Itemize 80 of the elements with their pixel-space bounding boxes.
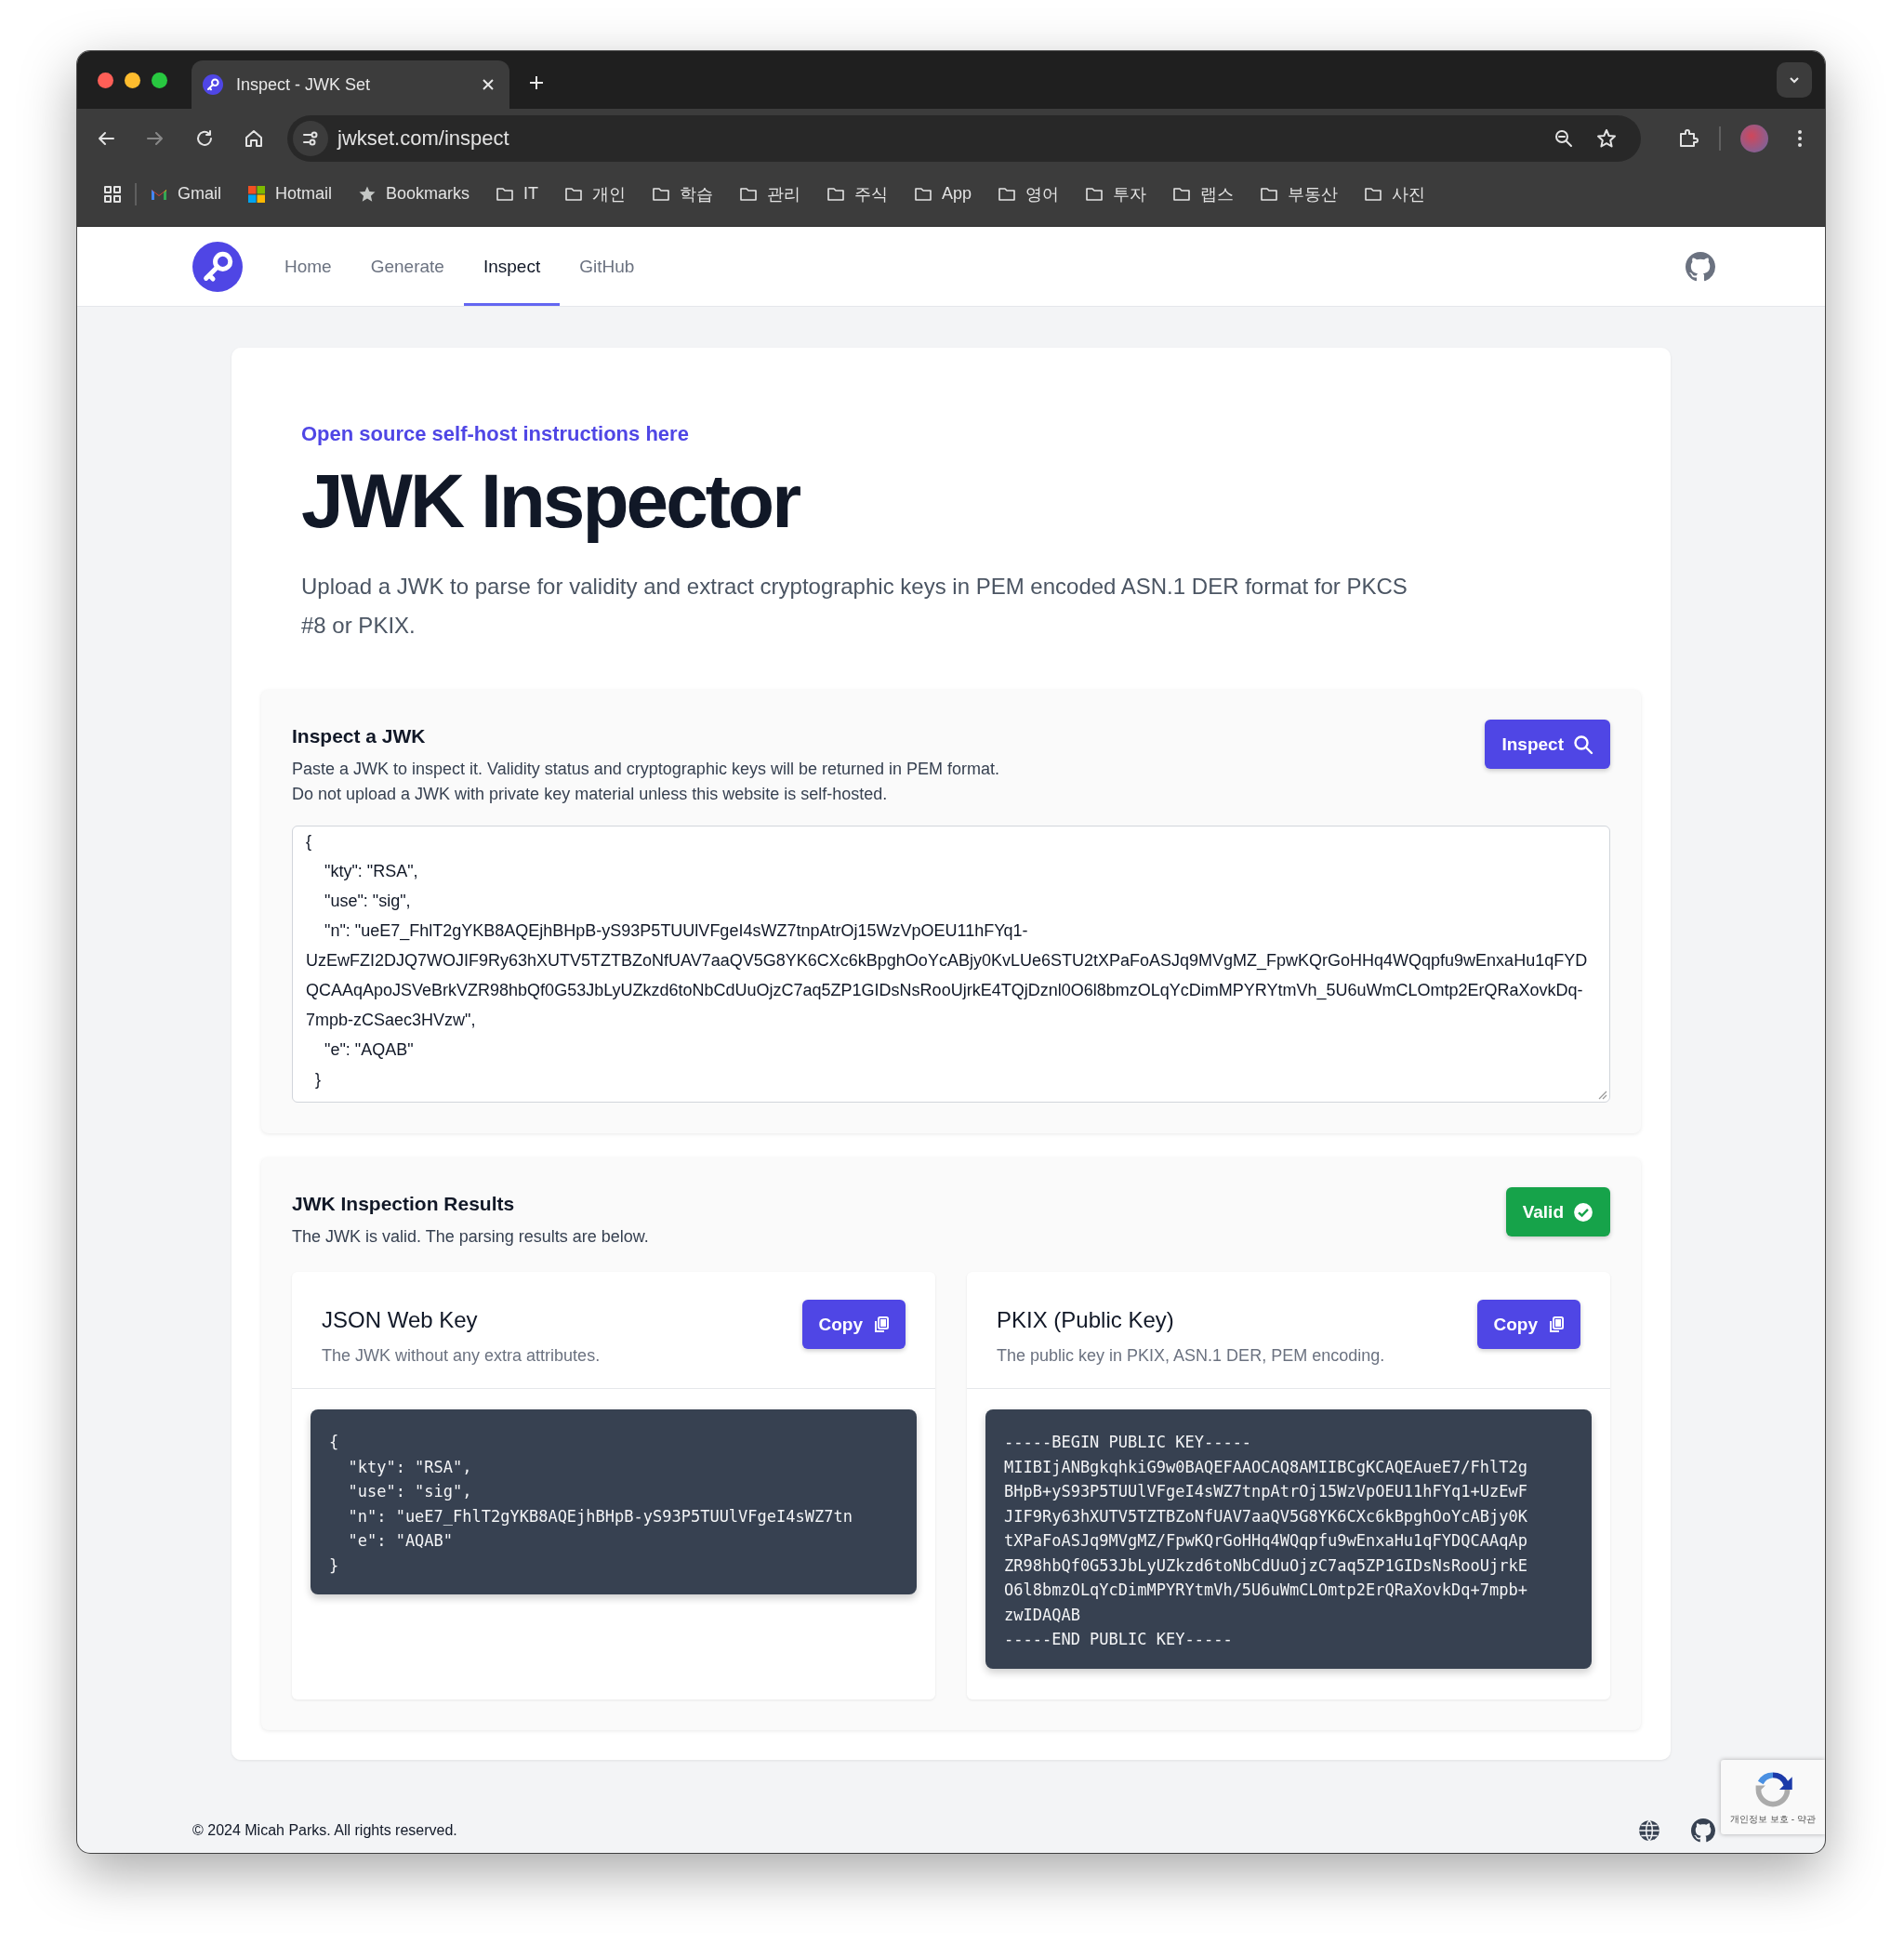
inspect-button[interactable]: Inspect: [1485, 720, 1610, 770]
bookmark-item[interactable]: 투자: [1085, 182, 1147, 205]
panel-title: Inspect a JWK: [292, 725, 427, 748]
code-line: MIIBIjANBgkqhkiG9w0BAQEFAAOCAQ8AMIIBCgKCAQEAueE7/FhlT2g: [1004, 1456, 1528, 1478]
code-line: JIF9Ry63hXUTV5TZTBZoNfUAV7aaQV5G8YK6CXc6kBpghOoYcABjy0K: [1004, 1505, 1528, 1527]
instructions-link[interactable]: Open source self-host instructions here: [301, 422, 1601, 446]
search-icon: [1573, 734, 1593, 755]
code-line: zwIDAQAB: [1004, 1604, 1081, 1626]
github-icon[interactable]: [1686, 251, 1715, 282]
copy-icon: [872, 1315, 891, 1334]
nav-link[interactable]: Generate: [350, 227, 464, 306]
four-squares-icon: [247, 184, 266, 204]
window-control-icon[interactable]: [125, 72, 140, 88]
card-subtitle: The JWK without any extra attributes.: [322, 1346, 601, 1367]
star-icon[interactable]: [1596, 127, 1617, 149]
more-icon[interactable]: [1797, 127, 1803, 149]
bookmark-item[interactable]: 사진: [1364, 182, 1426, 205]
close-icon[interactable]: [482, 78, 495, 91]
status-badge: Valid: [1505, 1187, 1610, 1237]
nav-link[interactable]: Home: [265, 227, 351, 306]
key-logo-icon[interactable]: [192, 241, 243, 292]
bookmark-item[interactable]: 영어: [998, 182, 1060, 205]
globe-icon[interactable]: [1637, 1818, 1661, 1843]
key-icon: [203, 74, 223, 95]
resize-handle-icon[interactable]: [1596, 1089, 1607, 1101]
bookmark-item[interactable]: Bookmarks: [358, 184, 470, 204]
code-line: -----BEGIN PUBLIC KEY-----: [1004, 1432, 1253, 1454]
nav-link[interactable]: GitHub: [560, 227, 654, 306]
page-description: Upload a JWK to parse for validity and extract cryptographic keys in PEM encoded ASN.1 DER format for PKCS #8 or PKIX.: [301, 573, 1408, 641]
bookmark-item[interactable]: 랩스: [1172, 182, 1235, 205]
bookmark-item[interactable]: 관리: [739, 182, 801, 205]
jwk-input-field[interactable]: { "kty": "RSA", "use": "sig", "n": "ueE7_FhlT2gYKB8AQEjhBHpB-yS93P5TUUlVFgeI4sWZ7tnpAtrOj15WzVpOEU11hFYq1-UzEwFZI2DJQ7WOJIF9Ry63hXUTV5TZTBZoNfUAV7aaQV5G8YK6CXc6kBpghOoYcABjy0KvLUe6STU2tXPaFoASJq9MVgMZ_FpwKQrGoHHq4WQqpfu9wEnxaHu1qFYDQCAAqApoJSVeBrkVZR98hbQf0G53JbLyUZkzd6toNbCdUuOjzC7aq5ZP1GIDsNsRooUjrkE4TQjDznl0O6l8bmzOLqYcDimMPYRYtmVh_5U6uWmCLOmtp2ErQRaXovkDq-7mpb-zCSaec3HVzw", "e": "AQAB" }: [292, 826, 1610, 1104]
url-text: jwkset.com/inspect: [337, 126, 509, 151]
plus-icon[interactable]: [528, 74, 545, 91]
nav-link[interactable]: Inspect: [463, 227, 561, 306]
zoom-out-icon[interactable]: [1554, 127, 1574, 149]
panel-description: The JWK is valid. The parsing results are below.: [292, 1226, 649, 1249]
card-title: JSON Web Key: [322, 1307, 479, 1334]
code-line: "n": "ueE7_FhlT2gYKB8AQEjhBHpB-yS93P5TUUlVFgeI4sWZ7tn: [347, 1505, 853, 1527]
panel-description: Do not upload a JWK with private key material unless this website is self-hosted.: [292, 784, 889, 806]
code-line: ZR98hbQf0G53JbLyUZkzd6toNbCdUuOjzC7aq5ZP1GIDsNsRooUjrkE: [1004, 1554, 1528, 1577]
address-bar[interactable]: jwkset.com/inspect: [287, 114, 1641, 162]
copy-icon: [1547, 1315, 1566, 1334]
panel-description: Paste a JWK to inspect it. Validity status and cryptographic keys will be returned in PEM format.: [292, 759, 999, 781]
code-line: }: [329, 1554, 340, 1577]
bookmark-item[interactable]: 학습: [652, 182, 714, 205]
copy-button[interactable]: Copy: [801, 1300, 906, 1350]
code-line: -----END PUBLIC KEY-----: [1004, 1629, 1234, 1651]
code-line: "kty": "RSA",: [347, 1456, 473, 1478]
bookmark-item[interactable]: App: [914, 184, 972, 204]
bookmark-item[interactable]: Hotmail: [247, 184, 333, 204]
apps-grid-icon[interactable]: [103, 184, 122, 204]
reload-icon[interactable]: [194, 127, 215, 149]
github-icon[interactable]: [1691, 1818, 1715, 1843]
code-line: {: [329, 1432, 340, 1454]
window-control-icon[interactable]: [98, 72, 113, 88]
code-line: "use": "sig",: [347, 1481, 473, 1503]
code-line: tXPaFoASJq9MVgMZ/FpwKQrGoHHq4WQqpfu9wEnxaHu1qFYDQCAAqAp: [1004, 1530, 1528, 1553]
bookmark-item[interactable]: IT: [496, 184, 539, 204]
code-line: "e": "AQAB": [347, 1530, 455, 1553]
code-line: BHpB+yS93P5TUUlVFgeI4sWZ7tnpAtrOj15WzVpOEU11hFYq1+UzEwF: [1004, 1481, 1528, 1503]
recaptcha-links[interactable]: 개인정보 보호 - 약관: [1730, 1813, 1816, 1826]
recaptcha-badge[interactable]: 개인정보 보호 - 약관: [1721, 1760, 1825, 1834]
copy-button[interactable]: Copy: [1476, 1300, 1580, 1350]
code-line: O6l8bmzOLqYcDimMPYRYtmVh/5U6uWmCLOmtp2ErQRaXovkDq+7mpb+: [1004, 1580, 1528, 1602]
panel-title: JWK Inspection Results: [292, 1193, 516, 1216]
window-control-icon[interactable]: [152, 72, 167, 88]
puzzle-icon[interactable]: [1677, 126, 1699, 150]
tab-title: Inspect - JWK Set: [236, 74, 372, 95]
browser-tab[interactable]: Inspect - JWK Set: [192, 60, 509, 109]
copyright-text: © 2024 Micah Parks. All rights reserved.: [192, 1822, 457, 1839]
card-subtitle: The public key in PKIX, ASN.1 DER, PEM encoding.: [997, 1346, 1385, 1367]
bookmark-item[interactable]: 주식: [826, 182, 889, 205]
check-circle-icon: [1573, 1201, 1593, 1223]
bookmark-item[interactable]: 개인: [564, 182, 627, 205]
bookmark-item[interactable]: Gmail: [150, 184, 221, 204]
bookmark-item[interactable]: 부동산: [1260, 182, 1339, 205]
card-title: PKIX (Public Key): [997, 1307, 1175, 1334]
page-title: JWK Inspector: [301, 459, 800, 544]
home-icon[interactable]: [244, 127, 264, 149]
